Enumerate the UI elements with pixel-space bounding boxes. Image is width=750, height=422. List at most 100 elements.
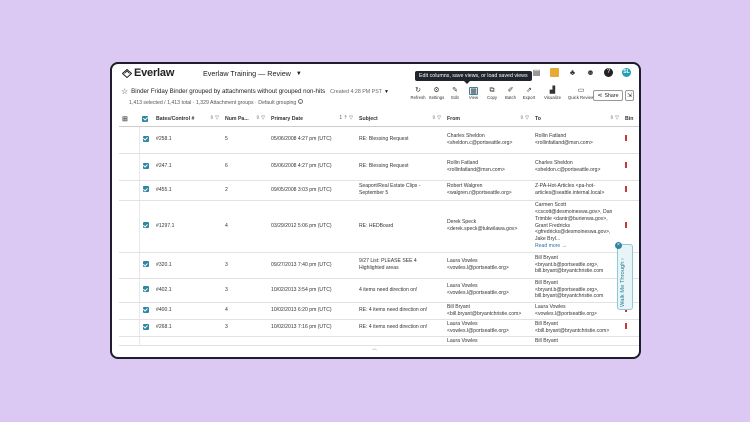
sort-filter-icons[interactable]: ⇳ ▽ (256, 115, 265, 121)
row-select-cell[interactable] (139, 278, 153, 303)
settings-button[interactable]: ⚙ Settings (428, 87, 446, 100)
bates-cell[interactable]: #268.1 (153, 319, 222, 337)
table-row[interactable]: #247.1 6 05/06/2008 4:27 pm (UTC) RE: Bless… (119, 153, 639, 181)
view-button[interactable]: ▦ View (465, 87, 483, 100)
grid-select-button[interactable]: ⇲ (625, 90, 634, 101)
logo-icon (122, 68, 132, 78)
column-label: Subject (359, 115, 378, 122)
folder-icon[interactable] (550, 68, 559, 77)
column-settings-cell[interactable]: ⊞ (119, 112, 139, 127)
select-all-checkbox[interactable] (142, 115, 148, 122)
visualize-button[interactable]: ▟ Visualize (539, 87, 567, 100)
to-line: <rollinfatland@msn.com> (535, 139, 593, 146)
share-button[interactable]: ⋖ Share (593, 90, 623, 101)
quick-review-button[interactable]: ▭ Quick Review (567, 87, 595, 100)
from-line: <bill.bryant@bryantchristie.com> (447, 310, 522, 317)
column-header[interactable]: Num Pa... ⇳ ▽ (222, 112, 268, 127)
bates-cell[interactable]: #400.1 (153, 302, 222, 320)
table-row[interactable]: #402.1 3 10/02/2013 3:54 pm (UTC) 4 items n… (119, 278, 639, 303)
row-gutter (119, 278, 140, 303)
org-icon[interactable]: ♣ (568, 68, 577, 77)
pages-cell (222, 336, 268, 347)
table-row[interactable]: #268.1 3 10/02/2013 7:16 pm (UTC) RE: 4 ite… (119, 319, 639, 337)
everlaw-logo[interactable]: Everlaw (122, 67, 174, 79)
row-checkbox[interactable] (142, 261, 149, 268)
refresh-button[interactable]: ↻ Refresh (409, 87, 427, 100)
row-select-cell[interactable] (139, 180, 153, 201)
edit-button[interactable]: ✎ Edit (446, 87, 464, 100)
table-row[interactable]: #400.1 4 10/02/2013 6:20 pm (UTC) RE: 4 ite… (119, 302, 639, 320)
row-select-cell[interactable] (139, 302, 153, 320)
sort-index: 1 (339, 115, 343, 121)
chevron-down-icon[interactable]: ▼ (384, 89, 389, 95)
from-cell: Robert Walgren <walgren.r@portseattle.org… (444, 180, 532, 201)
bates-cell[interactable]: #320.1 (153, 252, 222, 279)
column-header[interactable]: Primary Date 1 ⇡ ▽ (268, 112, 356, 127)
row-select-cell[interactable] (139, 126, 153, 154)
bates-cell[interactable]: #258.1 (153, 126, 222, 154)
copy-button[interactable]: ⧉ Copy (483, 87, 501, 100)
row-checkbox[interactable] (142, 186, 149, 193)
bates-cell[interactable]: #1297.1 (153, 200, 222, 253)
row-checkbox[interactable] (142, 306, 149, 313)
column-header[interactable]: To ⇳ ▽ (532, 112, 622, 127)
table-row[interactable]: #320.1 3 09/27/2013 7:40 pm (UTC) 9/27 List… (119, 252, 639, 279)
export-label: Export (522, 95, 536, 100)
from-line: Rollin Fatland (447, 159, 479, 166)
clipboard-icon[interactable]: ▤ (532, 68, 541, 77)
sort-filter-icons[interactable]: ⇳ ▽ (610, 115, 619, 121)
star-icon[interactable]: ☆ (121, 87, 128, 96)
row-checkbox[interactable] (142, 135, 149, 142)
table-row[interactable]: #258.1 5 05/06/2008 4:27 pm (UTC) RE: Bless… (119, 126, 639, 154)
walk-text: Walk Me Through (620, 261, 626, 307)
export-button[interactable]: ⇗ Export (520, 87, 538, 100)
column-header[interactable]: Bin (622, 112, 639, 127)
sort-filter-icons[interactable]: ⇳ ▽ (520, 115, 529, 121)
table-row[interactable]: #1297.1 4 03/29/2012 5:06 pm (UTC) RE: HEDB… (119, 200, 639, 253)
to-line: Charles Sheldon (535, 159, 573, 166)
user-avatar-icon[interactable]: SL (622, 68, 631, 77)
top-icons: ▤ ♣ ☻ ? SL (523, 68, 631, 77)
close-icon[interactable]: × (615, 242, 622, 249)
column-header[interactable]: Bates/Control # ⇳ ▽ (153, 112, 222, 127)
row-checkbox[interactable] (142, 162, 149, 169)
bates-cell[interactable] (153, 336, 222, 347)
bates-cell[interactable]: #402.1 (153, 278, 222, 303)
row-select-cell[interactable] (139, 153, 153, 181)
read-more-link[interactable]: Read more → (535, 243, 619, 250)
table-row[interactable]: Laura Vowles Bill Bryant (119, 336, 639, 347)
table-row[interactable]: #455.1 2 09/05/2008 3:03 pm (UTC) Seaport/R… (119, 180, 639, 201)
date-cell: 09/27/2013 7:40 pm (UTC) (268, 252, 356, 279)
bates-cell[interactable]: #247.1 (153, 153, 222, 181)
chevron-up-icon[interactable]: ︿ (372, 345, 377, 352)
row-checkbox[interactable] (142, 323, 149, 330)
column-header[interactable]: From ⇳ ▽ (444, 112, 532, 127)
from-line: Laura Vowles (447, 258, 478, 265)
info-icon[interactable]: i (297, 99, 303, 105)
sort-filter-icons[interactable]: ⇳ ▽ (432, 115, 441, 121)
row-checkbox[interactable] (142, 286, 149, 293)
row-select-cell[interactable] (139, 200, 153, 253)
to-line: Laura Vowles (535, 303, 566, 310)
select-all-cell[interactable] (139, 112, 153, 127)
batch-button[interactable]: ✐ Batch (502, 87, 520, 100)
sort-filter-icons[interactable]: 1 ⇡ ▽ (339, 115, 353, 121)
pages-cell: 4 (222, 302, 268, 320)
project-selector[interactable]: Everlaw Training — Review ▼ (203, 69, 302, 78)
sort-filter-icons[interactable]: ⇳ ▽ (210, 115, 219, 121)
bates-cell[interactable]: #455.1 (153, 180, 222, 201)
people-icon[interactable]: ☻ (586, 68, 595, 77)
help-icon[interactable]: ? (604, 68, 613, 77)
to-cell: Bill Bryant <bill.bryant@bryantchristie.c… (532, 319, 622, 337)
row-select-cell[interactable] (139, 319, 153, 337)
row-select-cell[interactable] (139, 252, 153, 279)
column-header[interactable]: Subject ⇳ ▽ (356, 112, 444, 127)
row-checkbox[interactable] (142, 222, 149, 229)
to-line: Bill Bryant (535, 254, 558, 261)
from-cell: Laura Vowles <vowles.l@portseattle.org> (444, 252, 532, 279)
row-gutter (119, 126, 140, 154)
row-select-cell[interactable] (139, 336, 153, 347)
to-cell: Rollin Fatland <rollinfatland@msn.com> (532, 126, 622, 154)
quick-review-label: Quick Review (567, 95, 595, 100)
walk-me-through-tab[interactable]: × Walk Me Through › (615, 242, 633, 310)
